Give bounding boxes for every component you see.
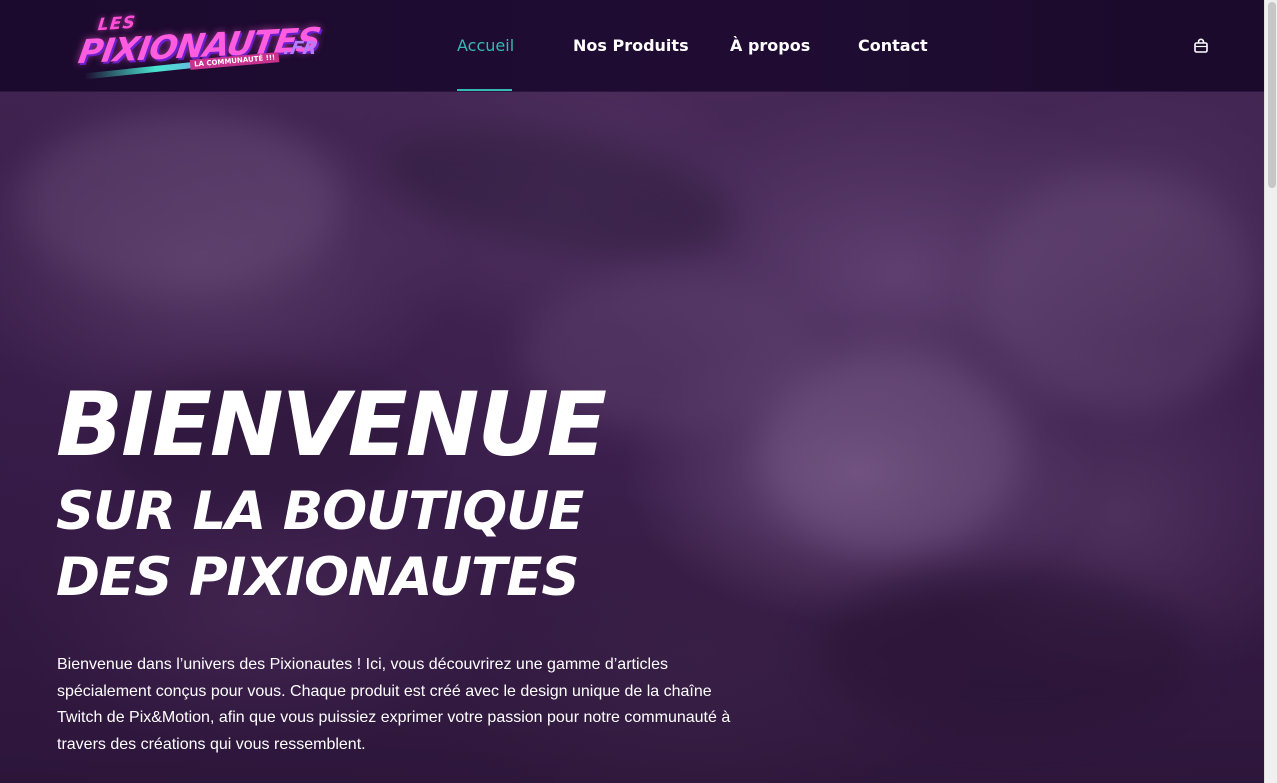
nav-item-contact[interactable]: Contact: [858, 36, 928, 55]
hero-section: BIENVENUE SUR LA BOUTIQUE DES PIXIONAUTE…: [0, 92, 1264, 783]
scrollbar-thumb[interactable]: [1268, 2, 1276, 188]
site-header: LES PIXIONAUTES .FR LA COMMUNAUTÉ !!! Ac…: [0, 0, 1264, 92]
logo-wordmark: LES PIXIONAUTES .FR LA COMMUNAUTÉ !!!: [76, 12, 328, 80]
nav-active-indicator: [457, 89, 512, 91]
hero-title: BIENVENUE: [56, 373, 607, 476]
nav-item-accueil[interactable]: Accueil: [457, 36, 514, 55]
logo-tld-text: .FR: [281, 38, 320, 59]
hero-subtitle-line-1: SUR LA BOUTIQUE: [56, 481, 584, 542]
hero-subtitle-line-2: DES PIXIONAUTES: [56, 547, 580, 608]
hero-description: Bienvenue dans l’univers des Pixionautes…: [57, 656, 731, 753]
shopping-bag-icon[interactable]: [1193, 38, 1209, 54]
site-logo[interactable]: LES PIXIONAUTES .FR LA COMMUNAUTÉ !!!: [76, 12, 328, 80]
vertical-scrollbar[interactable]: [1264, 0, 1277, 783]
page: LES PIXIONAUTES .FR LA COMMUNAUTÉ !!! Ac…: [0, 0, 1264, 783]
nav-item-a-propos[interactable]: À propos: [730, 36, 810, 55]
nav-item-nos-produits[interactable]: Nos Produits: [573, 36, 689, 55]
